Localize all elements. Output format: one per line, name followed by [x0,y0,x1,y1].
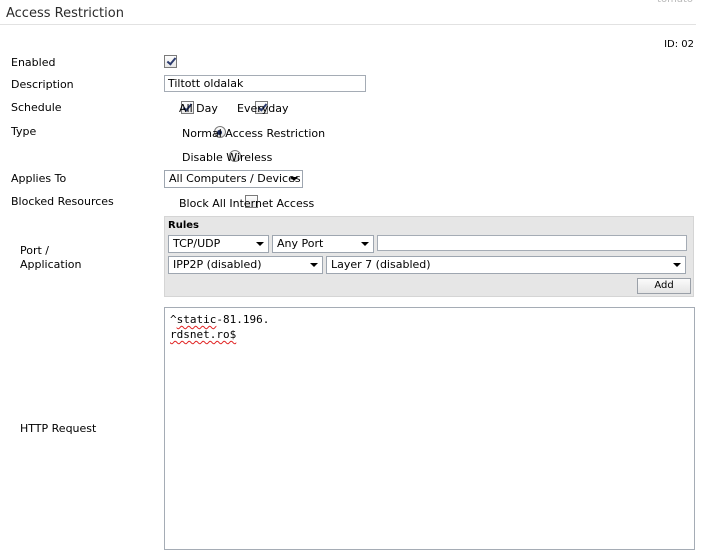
protocol-value: TCP/UDP [173,237,221,250]
http-request-label: HTTP Request [20,422,97,435]
description-input[interactable]: Tiltott oldalak [164,75,366,92]
chevron-down-icon [310,263,318,267]
normal-access-label: Normal Access Restriction [182,127,326,140]
http-request-textarea[interactable]: ^static-81.196. rdsnet.ro$ [164,307,695,550]
chevron-down-icon [256,242,264,246]
port-application-label-line2: Application [20,258,82,271]
port-value: Any Port [277,237,324,250]
port-select[interactable]: Any Port [272,235,374,253]
chevron-down-icon [673,263,681,267]
port-application-label-line1: Port / [20,244,50,257]
blocked-resources-label: Blocked Resources [11,195,114,208]
enabled-checkbox[interactable] [164,54,177,68]
layer7-value: Layer 7 (disabled) [331,258,431,271]
brand-text: tomato [657,0,693,5]
chevron-down-icon [290,177,298,181]
enabled-label: Enabled [11,56,56,69]
applies-to-label: Applies To [11,172,67,185]
http-line1-prefix: ^ [170,313,177,326]
page-title: Access Restriction [6,6,124,21]
type-label: Type [11,125,37,138]
applies-to-select[interactable]: All Computers / Devices [164,170,303,188]
block-all-label: Block All Internet Access [179,197,315,210]
add-rule-button[interactable]: Add [637,278,691,294]
rules-header: Rules [168,220,199,231]
http-line2: rdsnet.ro$ [170,328,237,341]
protocol-select[interactable]: TCP/UDP [168,235,269,253]
rule-id: ID: 02 [664,39,694,50]
layer7-select[interactable]: Layer 7 (disabled) [326,256,686,274]
http-line1-rest: -81.196. [216,313,270,326]
applies-to-value: All Computers / Devices [169,172,301,185]
disable-wireless-label: Disable Wireless [182,151,273,164]
schedule-label: Schedule [11,101,62,114]
ipp2p-value: IPP2P (disabled) [173,258,262,271]
ipp2p-select[interactable]: IPP2P (disabled) [168,256,323,274]
description-label: Description [11,78,74,91]
port-application-label: Port / Application [20,244,81,272]
all-day-label: All Day [179,102,218,115]
chevron-down-icon [361,242,369,246]
rules-box: Rules TCP/UDP Any Port IPP2P (disabled) … [164,216,694,297]
http-line1-word: static [176,313,217,326]
title-divider [0,24,696,25]
everyday-label: Everyday [237,102,289,115]
port-number-input[interactable] [377,235,687,251]
